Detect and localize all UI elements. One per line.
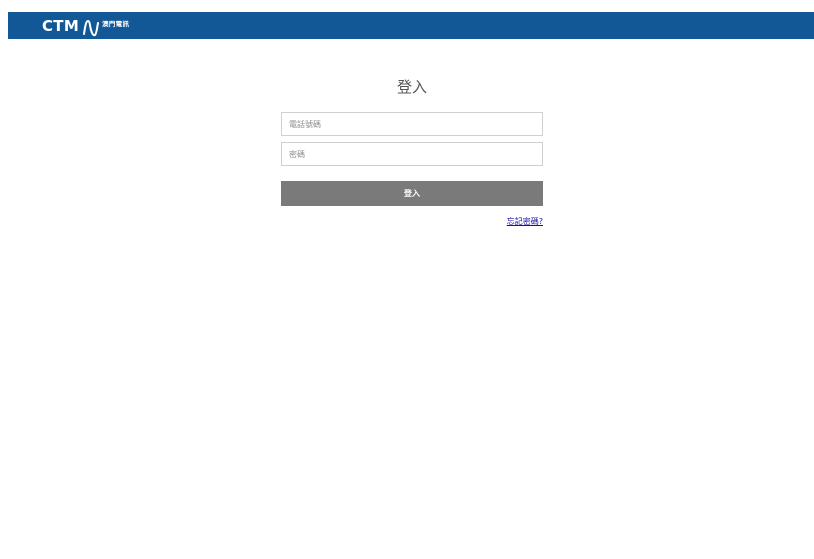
wave-logo-icon [83, 19, 100, 36]
logo-chinese-text: 澳門電訊 [102, 20, 130, 28]
login-title: 登入 [396, 78, 427, 96]
ctm-logo[interactable]: CTM 澳門電訊 [42, 12, 129, 39]
login-button[interactable]: 登入 [281, 181, 543, 206]
top-header-bar: CTM 澳門電訊 [8, 12, 814, 39]
password-input[interactable] [281, 142, 543, 166]
forgot-password-link[interactable]: 忘記密碼? [507, 216, 543, 227]
phone-number-input[interactable] [281, 112, 543, 136]
logo-ctm-text: CTM [42, 16, 80, 35]
